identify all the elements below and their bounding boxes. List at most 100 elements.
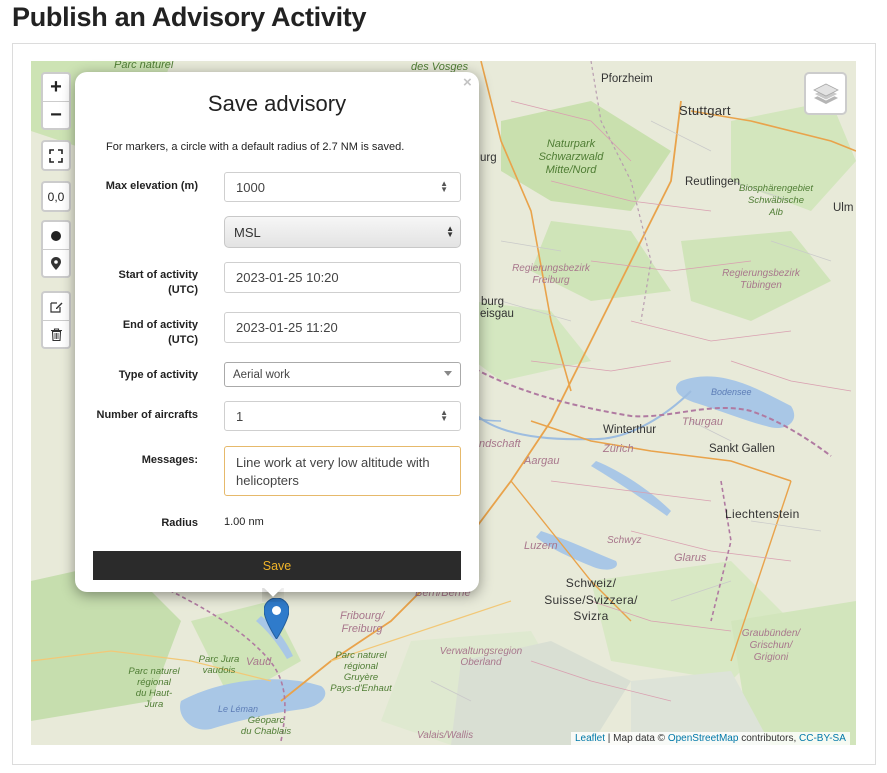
elevation-reference-select[interactable]: MSL ▲ ▼: [224, 216, 461, 248]
map-label: Zürich: [603, 443, 634, 455]
label-line: Start of activity: [118, 269, 198, 281]
license-link[interactable]: CC-BY-SA: [799, 733, 846, 744]
edit-icon: [49, 302, 62, 313]
map-label: Pays-d'Enhaut: [330, 683, 392, 694]
map-label: régional: [137, 677, 171, 688]
close-icon[interactable]: ×: [463, 74, 472, 91]
start-activity-input[interactable]: 2023-01-25 10:20: [224, 262, 461, 293]
draw-circle-button[interactable]: [43, 222, 69, 249]
map-label: du Chablais: [240, 726, 292, 737]
map-label: ndschaft: [479, 438, 521, 450]
map-label: Mitte/Nord: [545, 164, 597, 176]
zoom-out-button[interactable]: −: [43, 101, 69, 128]
activity-type-label: Type of activity: [118, 369, 198, 381]
map-label: Biosphärengebiet: [739, 183, 813, 194]
draw-toolbar: [41, 220, 71, 278]
map-label: Verwaltungsregion: [439, 646, 523, 657]
map-label: Regierungsbezirk: [512, 263, 590, 274]
map-label: Le Léman: [218, 704, 259, 714]
map-label: Graubünden/: [741, 628, 801, 639]
map-label: Fribourg/: [339, 610, 385, 622]
location-marker-icon[interactable]: [264, 598, 289, 639]
delete-layers-button[interactable]: [43, 320, 69, 347]
leaflet-link[interactable]: Leaflet: [575, 733, 605, 744]
edit-toolbar: [41, 291, 71, 349]
fullscreen-icon: [49, 148, 63, 163]
draw-marker-button[interactable]: [43, 249, 69, 276]
map-label: vaudois: [202, 665, 236, 676]
edit-layers-button[interactable]: [43, 293, 69, 320]
map-label: Alb: [769, 207, 783, 218]
end-activity-label: End of activity (UTC): [88, 318, 198, 348]
radius-label: Radius: [161, 517, 198, 529]
zoom-in-button[interactable]: +: [43, 74, 69, 101]
page-title: Publish an Advisory Activity: [12, 2, 367, 32]
map-label: Stuttgart: [679, 103, 731, 118]
popup-note: For markers, a circle with a default rad…: [106, 141, 405, 153]
map-label: Regierungsbezirk: [722, 268, 800, 279]
popup-title: Save advisory: [207, 91, 347, 116]
map-label: Glarus: [674, 552, 707, 564]
map-label: Parc naturel: [335, 650, 387, 661]
layers-button[interactable]: [804, 72, 847, 115]
map-label: Bodensee: [711, 387, 752, 397]
max-elevation-label: Max elevation (m): [105, 180, 198, 192]
map-label: Grigioni: [753, 652, 789, 663]
map-label: Liechtenstein: [725, 507, 800, 521]
max-elevation-input[interactable]: 1000 ▲ ▼: [224, 172, 461, 202]
select-arrows-icon: ▲ ▼: [446, 224, 454, 239]
label-line: (UTC): [168, 334, 198, 346]
zoom-control: + −: [41, 72, 71, 130]
map-label: Schwarzwald: [538, 151, 604, 163]
activity-type-select[interactable]: Aerial work: [224, 362, 461, 387]
map-label: Valais/Wallis: [417, 730, 474, 741]
layers-icon: [812, 83, 839, 104]
map-label: Tübingen: [740, 280, 782, 291]
coordinates-control: 0,0: [41, 181, 71, 212]
map-label: Vaud: [246, 656, 272, 668]
save-button[interactable]: Save: [93, 551, 461, 580]
chevron-down-icon: [444, 371, 452, 376]
fullscreen-button[interactable]: [43, 142, 69, 169]
map-label: Svizra: [573, 609, 609, 623]
map-label: Freiburg: [341, 623, 383, 635]
map-label: Schwäbische: [748, 195, 804, 206]
messages-textarea[interactable]: Line work at very low altitude with heli…: [224, 446, 461, 496]
map-label: Grischun/: [749, 640, 793, 651]
map-label: Schweiz/: [565, 576, 617, 590]
map-label: Ulm: [833, 202, 854, 214]
map-label: Suisse/Svizzera/: [544, 593, 638, 607]
label-line: End of activity: [122, 319, 198, 331]
map-label: régional: [344, 661, 378, 672]
label-line: (UTC): [168, 284, 198, 296]
map-label: Oberland: [460, 657, 502, 668]
map-label: Aargau: [524, 455, 560, 467]
attribution-text: | Map data ©: [605, 733, 668, 744]
aircraft-count-value: 1: [236, 408, 244, 424]
start-activity-value: 2023-01-25 10:20: [236, 270, 339, 285]
coordinates-button[interactable]: 0,0: [43, 183, 69, 210]
map-label: Parc naturel: [128, 666, 180, 677]
map-label: Gruyère: [343, 672, 379, 683]
map-label: Géoparc: [247, 715, 285, 726]
map-label: Pforzheim: [601, 73, 653, 85]
radius-value: 1.00 nm: [224, 516, 264, 528]
circle-icon: [51, 230, 61, 241]
map-label: Winterthur: [603, 424, 657, 436]
stepper-icon[interactable]: ▲ ▼: [440, 409, 448, 423]
map-label: burg: [481, 296, 505, 308]
stepper-icon[interactable]: ▲ ▼: [440, 180, 448, 194]
elevation-reference-value: MSL: [234, 224, 261, 240]
osm-link[interactable]: OpenStreetMap: [668, 733, 739, 744]
map-label: Luzern: [524, 540, 558, 552]
end-activity-input[interactable]: 2023-01-25 11:20: [224, 312, 461, 343]
messages-label: Messages:: [141, 454, 198, 466]
map-label: Parc Jura: [198, 654, 240, 665]
map-label: Sankt Gallen: [709, 443, 775, 455]
map-label: Freiburg: [532, 275, 570, 286]
aircraft-count-input[interactable]: 1 ▲ ▼: [224, 401, 461, 431]
end-activity-value: 2023-01-25 11:20: [236, 320, 338, 335]
map-label: du Haut-: [135, 688, 173, 699]
popup-tip: [262, 588, 284, 602]
start-activity-label: Start of activity (UTC): [88, 268, 198, 298]
